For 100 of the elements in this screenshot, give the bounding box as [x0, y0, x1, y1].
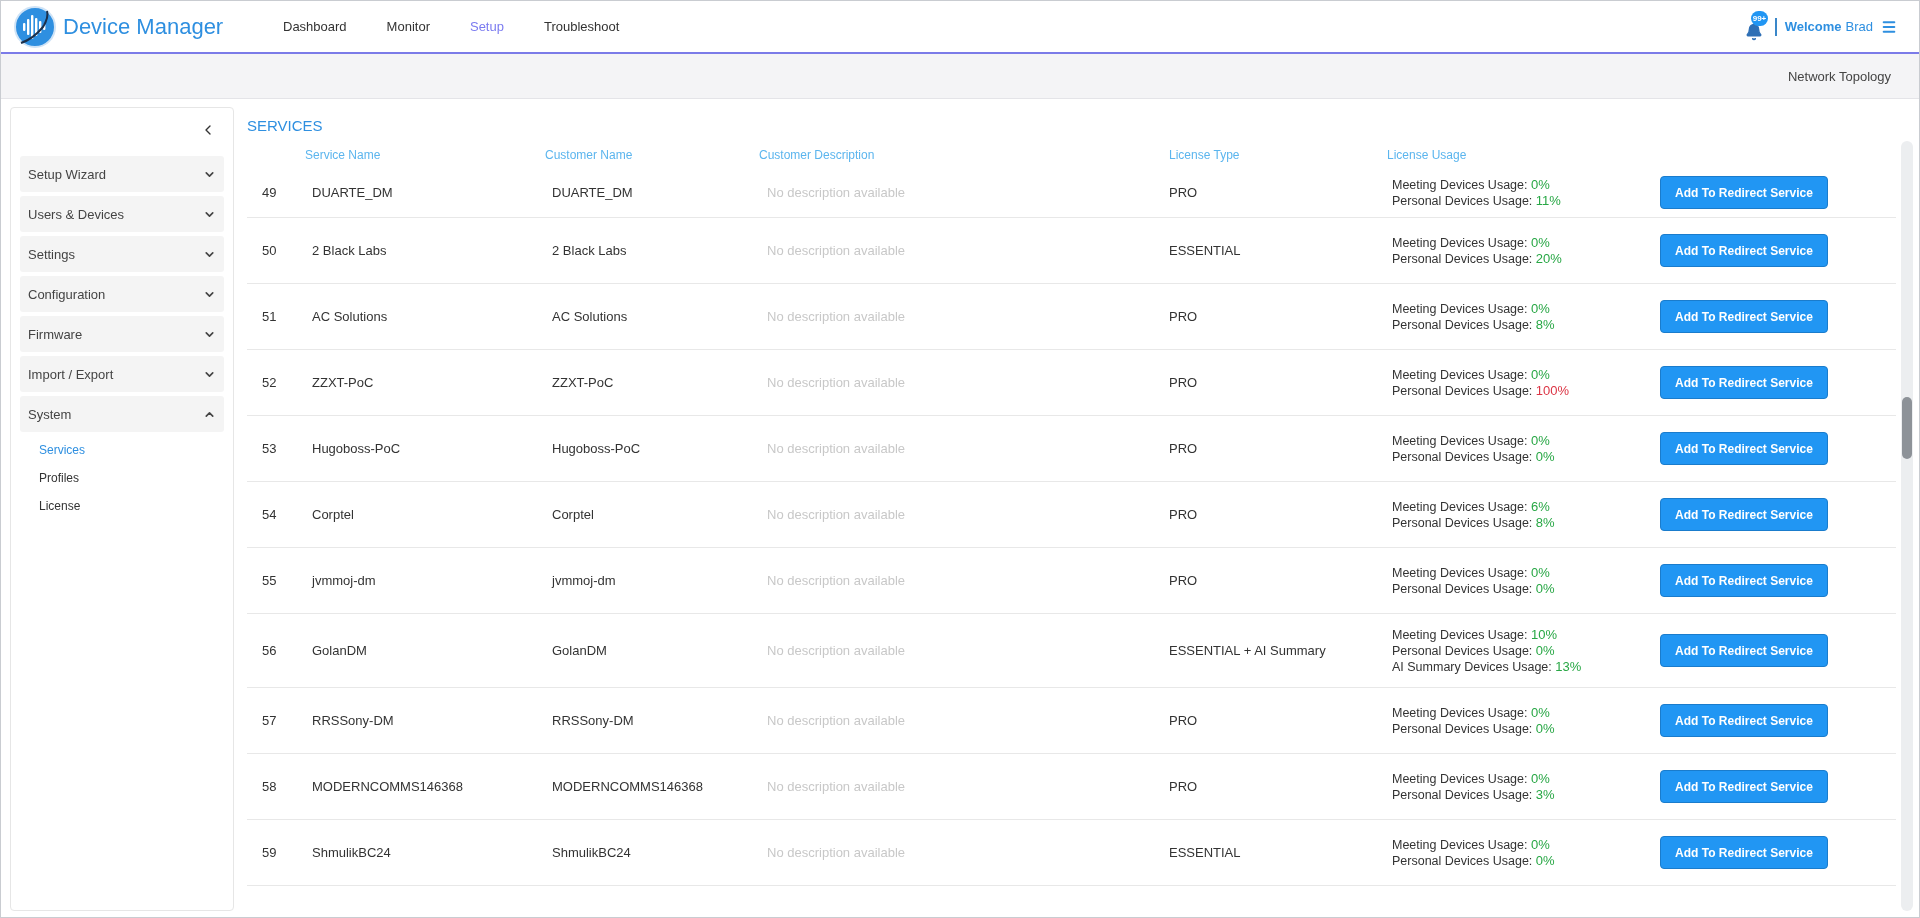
network-topology-link[interactable]: Network Topology: [1787, 68, 1891, 84]
customer-name: 2 Black Labs: [551, 243, 628, 258]
service-name: RRSSony-DM: [311, 713, 395, 728]
usage-line: Meeting Devices Usage: 0%: [1392, 837, 1551, 852]
sidebar-item[interactable]: Import / Export: [20, 356, 224, 392]
license-type: PRO: [1168, 441, 1199, 456]
license-type: ESSENTIAL: [1168, 845, 1242, 860]
menu-icon[interactable]: [1881, 18, 1897, 35]
license-type: PRO: [1168, 713, 1199, 728]
license-type: ESSENTIAL: [1168, 243, 1242, 258]
column-header: Customer Description: [758, 148, 876, 164]
usage-line: Personal Devices Usage: 11%: [1392, 193, 1562, 208]
add-to-redirect-button[interactable]: Add To Redirect Service: [1660, 564, 1828, 597]
sidebar-item[interactable]: System: [20, 396, 224, 432]
section-title: SERVICES: [247, 117, 324, 134]
add-to-redirect-button[interactable]: Add To Redirect Service: [1660, 634, 1828, 667]
usage-line: Meeting Devices Usage: 6%: [1392, 499, 1551, 514]
row-number: 59: [261, 845, 278, 860]
usage-line: Personal Devices Usage: 0%: [1392, 449, 1556, 464]
customer-name: RRSSony-DM: [551, 713, 635, 728]
usage-line: Personal Devices Usage: 0%: [1392, 581, 1556, 596]
add-to-redirect-button[interactable]: Add To Redirect Service: [1660, 234, 1828, 267]
usage-line: Meeting Devices Usage: 0%: [1392, 177, 1551, 192]
sidebar-item[interactable]: Firmware: [20, 316, 224, 352]
row-number: 53: [261, 441, 278, 456]
row-number: 49: [261, 185, 278, 200]
license-type: PRO: [1168, 309, 1199, 324]
column-header: License Type: [1168, 148, 1241, 164]
service-name: MODERNCOMMS146368: [311, 779, 464, 794]
service-name: Corptel: [311, 507, 355, 522]
add-to-redirect-button[interactable]: Add To Redirect Service: [1660, 432, 1828, 465]
add-to-redirect-button[interactable]: Add To Redirect Service: [1660, 770, 1828, 803]
add-to-redirect-button[interactable]: Add To Redirect Service: [1660, 704, 1828, 737]
usage-line: Meeting Devices Usage: 0%: [1392, 235, 1551, 250]
customer-name: AC Solutions: [551, 309, 629, 324]
usage-line: Personal Devices Usage: 8%: [1392, 515, 1556, 530]
service-name: ZZXT-PoC: [311, 375, 375, 390]
license-type: PRO: [1168, 507, 1199, 522]
nav-tab[interactable]: Dashboard: [263, 19, 367, 34]
usage-line: Meeting Devices Usage: 10%: [1392, 627, 1558, 642]
add-to-redirect-button[interactable]: Add To Redirect Service: [1660, 498, 1828, 531]
service-name: 2 Black Labs: [311, 243, 388, 258]
customer-name: Corptel: [551, 507, 595, 522]
usage-line: Personal Devices Usage: 3%: [1392, 787, 1556, 802]
add-to-redirect-button[interactable]: Add To Redirect Service: [1660, 300, 1828, 333]
row-number: 54: [261, 507, 278, 522]
service-name: GolanDM: [311, 643, 368, 658]
customer-name: jvmmoj-dm: [550, 573, 617, 588]
column-header: License Usage: [1386, 148, 1468, 164]
service-name: Hugoboss-PoC: [311, 441, 402, 456]
usage-line: Personal Devices Usage: 0%: [1392, 721, 1556, 736]
nav-tab[interactable]: Setup: [449, 19, 524, 34]
usage-line: Meeting Devices Usage: 0%: [1392, 367, 1551, 382]
usage-line: Personal Devices Usage: 0%: [1392, 643, 1556, 658]
row-number: 55: [261, 573, 278, 588]
sidebar-subitem[interactable]: Profiles: [20, 464, 224, 492]
license-type: PRO: [1168, 375, 1199, 390]
customer-name: GolanDM: [551, 643, 608, 658]
customer-name: MODERNCOMMS146368: [551, 779, 704, 794]
row-number: 51: [261, 309, 278, 324]
notification-badge: 99+: [1750, 10, 1769, 26]
column-header: Customer Name: [544, 148, 634, 164]
customer-name: DUARTE_DM: [551, 185, 634, 200]
nav-tab[interactable]: Troubleshoot: [523, 19, 640, 34]
usage-line: Meeting Devices Usage: 0%: [1392, 705, 1551, 720]
customer-name: ZZXT-PoC: [551, 375, 615, 390]
row-number: 52: [261, 375, 278, 390]
nav-tab[interactable]: Monitor: [366, 19, 450, 34]
logo-icon: [13, 4, 57, 49]
usage-line: Meeting Devices Usage: 0%: [1392, 565, 1551, 580]
customer-name: ShmulikBC24: [551, 845, 632, 860]
license-type: PRO: [1168, 573, 1199, 588]
service-name: AC Solutions: [311, 309, 389, 324]
sidebar-item[interactable]: Setup Wizard: [20, 156, 224, 192]
customer-name: Hugoboss-PoC: [551, 441, 642, 456]
user-name[interactable]: Brad: [1845, 19, 1873, 34]
service-name: jvmmoj-dm: [310, 573, 377, 588]
license-type: PRO: [1168, 779, 1199, 794]
sidebar-item[interactable]: Users & Devices: [20, 196, 224, 232]
service-name: DUARTE_DM: [311, 185, 394, 200]
sidebar-subitem[interactable]: License: [20, 492, 224, 520]
row-number: 56: [261, 643, 278, 658]
add-to-redirect-button[interactable]: Add To Redirect Service: [1660, 366, 1828, 399]
row-number: 58: [261, 779, 278, 794]
sidebar-subitem[interactable]: Services: [20, 436, 224, 464]
usage-line: Meeting Devices Usage: 0%: [1392, 771, 1551, 786]
bell-icon[interactable]: [1744, 22, 1763, 41]
sidebar-item[interactable]: Configuration: [20, 276, 224, 312]
scrollbar-thumb[interactable]: [1902, 397, 1912, 459]
license-type: ESSENTIAL + AI Summary: [1168, 643, 1327, 658]
usage-line: Personal Devices Usage: 20%: [1392, 251, 1563, 266]
usage-line: Personal Devices Usage: 100%: [1392, 383, 1571, 398]
sidebar-item[interactable]: Settings: [20, 236, 224, 272]
add-to-redirect-button[interactable]: Add To Redirect Service: [1660, 836, 1828, 869]
column-header: Service Name: [304, 148, 382, 164]
service-name: ShmulikBC24: [311, 845, 392, 860]
add-to-redirect-button[interactable]: Add To Redirect Service: [1660, 176, 1828, 209]
usage-line: Personal Devices Usage: 0%: [1392, 853, 1556, 868]
usage-line: AI Summary Devices Usage: 13%: [1392, 659, 1583, 674]
row-number: 57: [261, 713, 278, 728]
